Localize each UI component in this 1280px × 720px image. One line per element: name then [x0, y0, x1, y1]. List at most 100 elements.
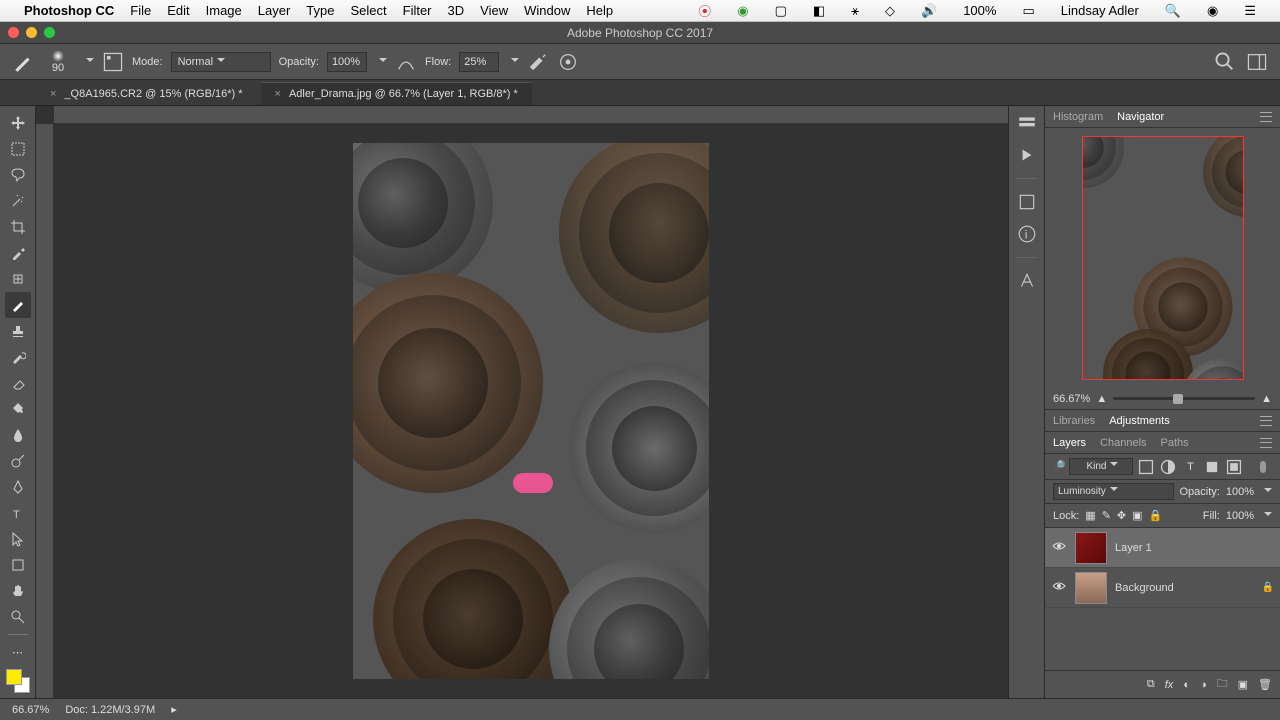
filter-smart-icon[interactable]	[1225, 458, 1243, 476]
move-tool[interactable]	[5, 110, 31, 136]
lasso-tool[interactable]	[5, 162, 31, 188]
visibility-toggle[interactable]	[1051, 580, 1067, 595]
cc-icon[interactable]: ◧	[813, 3, 825, 19]
info-panel-icon[interactable]: i	[1017, 225, 1037, 243]
status-doc-info[interactable]: Doc: 1.22M/3.97M	[65, 704, 155, 716]
zoom-tool[interactable]	[5, 604, 31, 630]
document-tab[interactable]: × _Q8A1965.CR2 @ 15% (RGB/16*) *	[36, 82, 257, 105]
link-layers-icon[interactable]: ⧉	[1147, 678, 1155, 691]
navigator-tab[interactable]: Navigator	[1117, 108, 1164, 126]
libraries-tab[interactable]: Libraries	[1053, 412, 1095, 430]
brush-panel-button[interactable]	[102, 52, 124, 72]
layer-name[interactable]: Layer 1	[1115, 542, 1152, 554]
adjustment-layer-icon[interactable]: ◑	[1200, 679, 1207, 691]
filter-type-icon[interactable]: T	[1181, 458, 1199, 476]
brush-picker-chevron[interactable]	[82, 56, 94, 68]
path-select-tool[interactable]	[5, 526, 31, 552]
layer-thumbnail[interactable]	[1075, 572, 1107, 604]
blend-mode-select[interactable]: Luminosity	[1053, 483, 1174, 500]
menu-edit[interactable]: Edit	[167, 3, 189, 18]
properties-panel-icon[interactable]	[1017, 193, 1037, 211]
close-window-button[interactable]	[8, 27, 19, 38]
edit-toolbar-button[interactable]: ⋯	[5, 639, 31, 665]
healing-tool[interactable]	[5, 266, 31, 292]
panel-menu-icon[interactable]	[1260, 416, 1272, 426]
type-tool[interactable]: T	[5, 500, 31, 526]
menu-view[interactable]: View	[480, 3, 508, 18]
bluetooth-icon[interactable]: ⚹	[851, 3, 859, 19]
shape-tool[interactable]	[5, 552, 31, 578]
zoom-slider[interactable]	[1113, 397, 1255, 400]
user-name[interactable]: Lindsay Adler	[1061, 3, 1139, 18]
filter-toggle[interactable]	[1254, 458, 1272, 476]
gradient-tool[interactable]	[5, 396, 31, 422]
paths-tab[interactable]: Paths	[1161, 434, 1189, 452]
adjustments-tab[interactable]: Adjustments	[1109, 412, 1170, 430]
siri-icon[interactable]: ◉	[1207, 3, 1218, 19]
quick-select-tool[interactable]	[5, 188, 31, 214]
close-tab-icon[interactable]: ×	[275, 88, 281, 100]
blur-tool[interactable]	[5, 422, 31, 448]
channels-tab[interactable]: Channels	[1100, 434, 1146, 452]
document-tab[interactable]: × Adler_Drama.jpg @ 66.7% (Layer 1, RGB/…	[261, 82, 532, 105]
visibility-toggle[interactable]	[1051, 540, 1067, 555]
lock-transparency-icon[interactable]: ▦	[1085, 509, 1095, 522]
stamp-tool[interactable]	[5, 318, 31, 344]
eraser-tool[interactable]	[5, 370, 31, 396]
hand-tool[interactable]	[5, 578, 31, 604]
marquee-tool[interactable]	[5, 136, 31, 162]
layer-name[interactable]: Background	[1115, 582, 1174, 594]
actions-panel-icon[interactable]	[1017, 146, 1037, 164]
canvas-area[interactable]	[36, 106, 1008, 698]
opacity-chevron[interactable]	[375, 56, 387, 68]
ruler-horizontal[interactable]	[54, 106, 1008, 124]
wifi-icon[interactable]: ◇	[885, 3, 895, 19]
menu-select[interactable]: Select	[350, 3, 386, 18]
menu-image[interactable]: Image	[206, 3, 242, 18]
history-panel-icon[interactable]	[1017, 114, 1037, 132]
flow-chevron[interactable]	[507, 56, 519, 68]
filter-shape-icon[interactable]	[1203, 458, 1221, 476]
menu-window[interactable]: Window	[524, 3, 570, 18]
app-menu[interactable]: Photoshop CC	[24, 3, 114, 18]
panel-menu-icon[interactable]	[1260, 438, 1272, 448]
menu-3d[interactable]: 3D	[448, 3, 465, 18]
opacity-input[interactable]: 100%	[327, 52, 367, 72]
filter-adjustment-icon[interactable]	[1159, 458, 1177, 476]
pressure-opacity-button[interactable]	[395, 52, 417, 72]
delete-layer-icon[interactable]: 🗑	[1258, 678, 1272, 691]
spotlight-icon[interactable]: 🔍	[1165, 3, 1181, 19]
histogram-tab[interactable]: Histogram	[1053, 108, 1103, 126]
tool-preset-button[interactable]	[12, 52, 34, 72]
layer-thumbnail[interactable]	[1075, 532, 1107, 564]
fill-value[interactable]: 100%	[1226, 510, 1254, 522]
brush-preset-picker[interactable]: 90	[42, 46, 74, 78]
status-chevron-icon[interactable]: ▸	[171, 703, 177, 716]
foreground-swatch[interactable]	[6, 669, 22, 685]
document-canvas[interactable]	[353, 143, 709, 679]
pressure-size-button[interactable]	[557, 52, 579, 72]
lock-artboard-icon[interactable]: ▣	[1132, 509, 1142, 522]
eyedropper-tool[interactable]	[5, 240, 31, 266]
lock-pixels-icon[interactable]: ✎	[1102, 509, 1111, 522]
crop-tool[interactable]	[5, 214, 31, 240]
group-icon[interactable]: 🗀	[1217, 675, 1228, 694]
display-icon[interactable]: ▢	[775, 3, 787, 19]
workspace-button[interactable]	[1246, 52, 1268, 72]
opacity-chevron[interactable]	[1260, 486, 1272, 498]
notif-icon[interactable]: ☰	[1244, 3, 1256, 19]
zoom-in-icon[interactable]: ▲	[1261, 393, 1272, 405]
history-brush-tool[interactable]	[5, 344, 31, 370]
status-zoom[interactable]: 66.67%	[12, 704, 49, 716]
zoom-out-icon[interactable]: ▲	[1096, 393, 1107, 405]
zoom-window-button[interactable]	[44, 27, 55, 38]
blend-mode-select[interactable]: Normal	[171, 52, 271, 72]
navigator-zoom-value[interactable]: 66.67%	[1053, 393, 1090, 405]
layers-tab[interactable]: Layers	[1053, 434, 1086, 452]
fill-chevron[interactable]	[1260, 510, 1272, 522]
search-icon[interactable]	[1214, 52, 1236, 72]
layer-fx-icon[interactable]: fx	[1165, 679, 1174, 691]
layer-opacity-value[interactable]: 100%	[1226, 486, 1254, 498]
flow-input[interactable]: 25%	[459, 52, 499, 72]
menu-type[interactable]: Type	[306, 3, 334, 18]
